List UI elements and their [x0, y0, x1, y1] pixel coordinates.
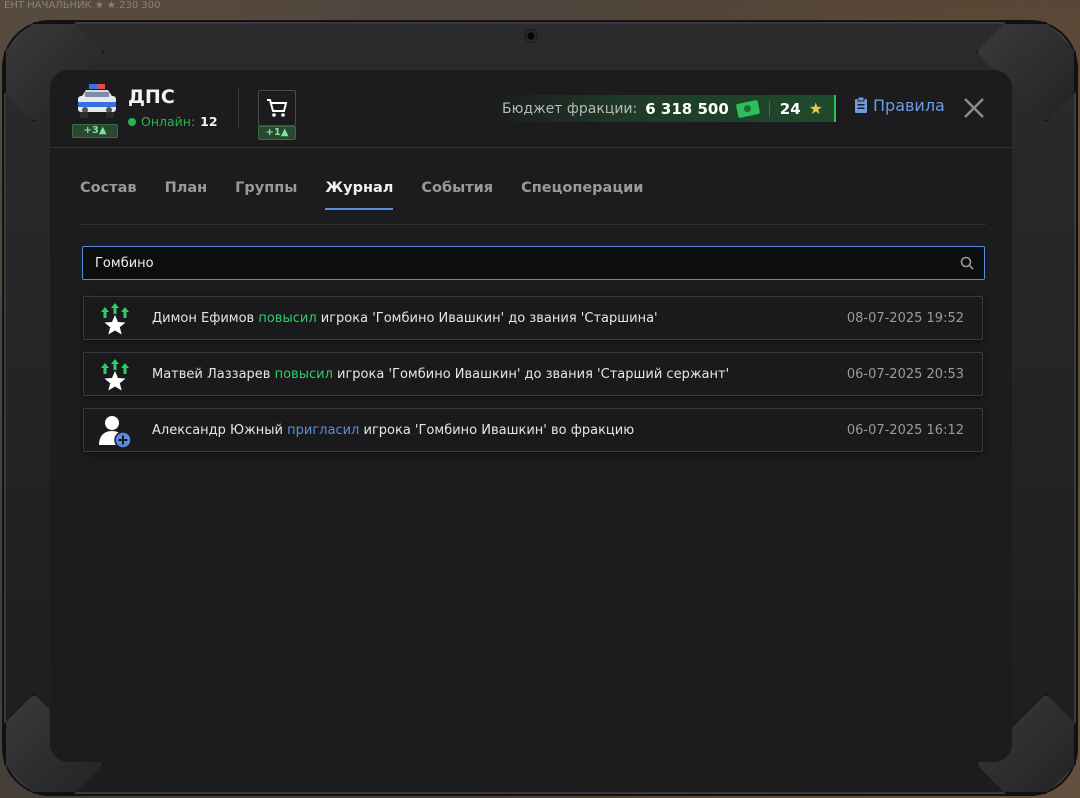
budget-separator [768, 100, 770, 117]
tab-plan[interactable]: План [165, 180, 208, 210]
search-box [82, 246, 985, 280]
rules-label: Правила [873, 96, 945, 115]
budget-value: 6 318 500 [645, 99, 729, 118]
header-divider [238, 88, 239, 128]
journal-entry: Димон Ефимов повысил игрока 'Гомбино Ива… [83, 296, 983, 340]
shop-button[interactable] [258, 90, 296, 126]
entry-details: игрока 'Гомбино Ивашкин' до звания 'Стар… [337, 367, 730, 382]
search-input[interactable] [95, 247, 945, 279]
tab-zhurnal[interactable]: Журнал [325, 180, 394, 210]
tab-bar: Состав План Группы Журнал События Спецоп… [80, 180, 643, 210]
online-dot-icon [128, 117, 136, 126]
entry-actor: Матвей Лаззарев [152, 367, 271, 382]
tab-divider [80, 224, 986, 225]
camera-dot [524, 29, 538, 43]
rank-up-icon [101, 303, 129, 335]
stars-value: 24 [779, 99, 801, 118]
money-icon [735, 99, 760, 118]
entry-timestamp: 06-07-2025 20:53 [846, 367, 964, 382]
entry-timestamp: 08-07-2025 19:52 [846, 311, 964, 326]
faction-budget: Бюджет фракции: 6 318 500 24 ★ [490, 95, 836, 122]
clipboard-icon [855, 97, 867, 113]
header: +3▲ ДПС Онлайн: 12 +1▲ Бюджет фракции: 6… [50, 70, 1012, 148]
star-icon: ★ [808, 99, 823, 118]
search-icon[interactable] [960, 256, 974, 270]
tab-sostav[interactable]: Состав [80, 180, 137, 210]
close-icon[interactable] [962, 96, 986, 120]
shop-badge: +1▲ [258, 126, 296, 140]
journal-list: Димон Ефимов повысил игрока 'Гомбино Ива… [83, 296, 983, 464]
invite-user-icon [99, 416, 132, 449]
online-count: 12 [200, 114, 218, 129]
tablet-screen: +3▲ ДПС Онлайн: 12 +1▲ Бюджет фракции: 6… [50, 70, 1012, 762]
faction-level-badge: +3▲ [72, 124, 118, 138]
online-status: Онлайн: 12 [128, 114, 218, 129]
entry-action: повысил [274, 367, 333, 382]
online-label: Онлайн: [141, 114, 196, 129]
journal-entry: Александр Южный пригласил игрока 'Гомбин… [83, 408, 983, 452]
entry-action: повысил [258, 311, 317, 326]
entry-details: игрока 'Гомбино Ивашкин' до звания 'Стар… [320, 311, 658, 326]
budget-label: Бюджет фракции: [502, 100, 638, 117]
police-car-icon [78, 84, 116, 118]
entry-action: пригласил [287, 423, 360, 438]
journal-entry-text: Димон Ефимов повысил игрока 'Гомбино Ива… [152, 311, 658, 326]
faction-name: ДПС [128, 86, 175, 108]
entry-details: игрока 'Гомбино Ивашкин' во фракцию [363, 423, 635, 438]
journal-entry: Матвей Лаззарев повысил игрока 'Гомбино … [83, 352, 983, 396]
tablet-frame: +3▲ ДПС Онлайн: 12 +1▲ Бюджет фракции: 6… [4, 22, 1076, 794]
entry-actor: Александр Южный [152, 423, 283, 438]
background-text: ЕНТ НАЧАЛЬНИК ★ ★ 230 300 [4, 0, 161, 11]
rules-link[interactable]: Правила [854, 96, 945, 115]
cart-icon [267, 99, 288, 117]
rank-up-icon [101, 359, 129, 391]
tab-gruppy[interactable]: Группы [235, 180, 297, 210]
tab-specoperacii[interactable]: Спецоперации [521, 180, 643, 210]
tab-sobytiya[interactable]: События [421, 180, 493, 210]
journal-entry-text: Александр Южный пригласил игрока 'Гомбин… [152, 423, 634, 438]
entry-timestamp: 06-07-2025 16:12 [846, 423, 964, 438]
entry-actor: Димон Ефимов [152, 311, 255, 326]
journal-entry-text: Матвей Лаззарев повысил игрока 'Гомбино … [152, 367, 729, 382]
